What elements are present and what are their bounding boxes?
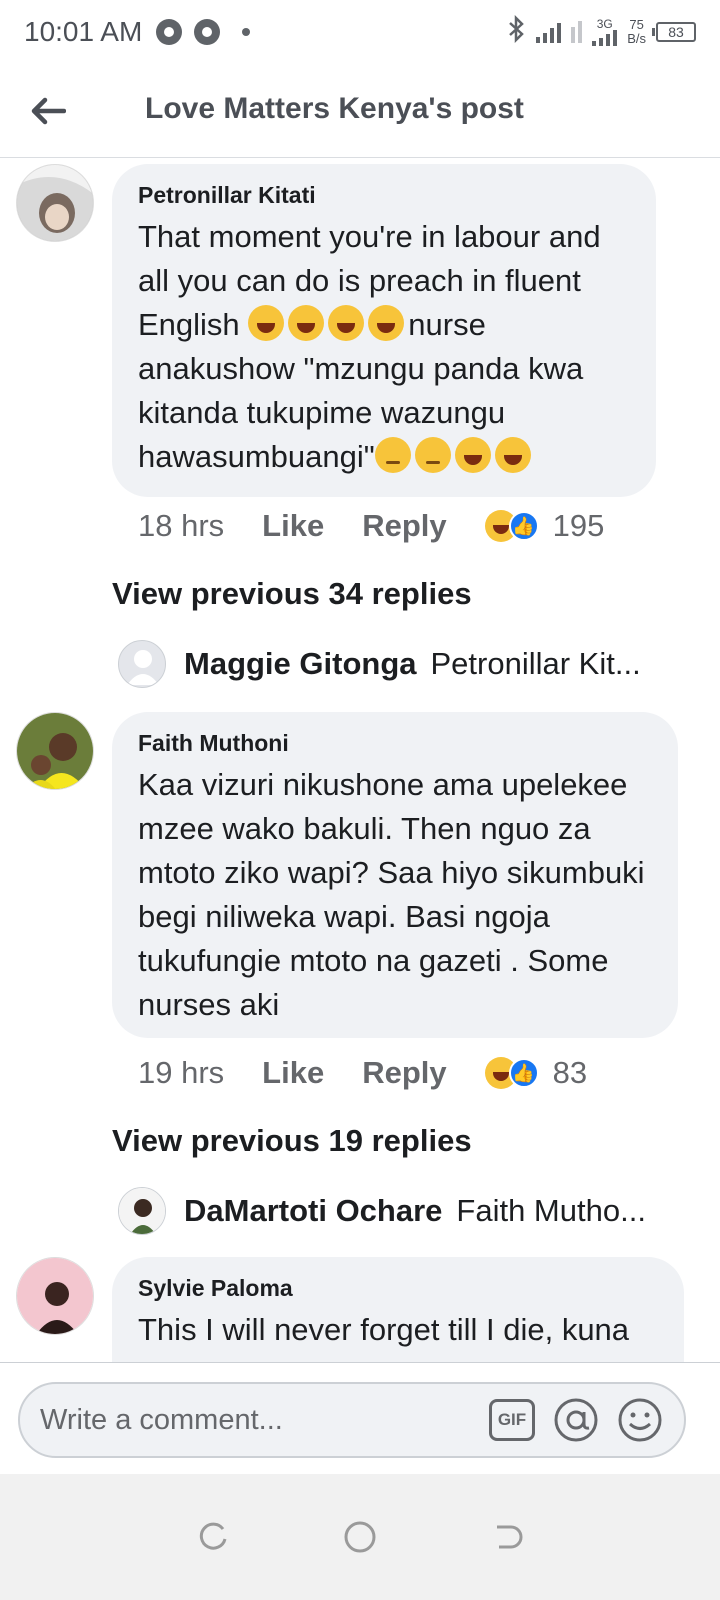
reply-snippet: Faith Mutho... bbox=[456, 1193, 646, 1228]
reaction-count[interactable]: 195 bbox=[553, 508, 605, 544]
comment-author[interactable]: Faith Muthoni bbox=[138, 730, 654, 757]
data-transfer-icon bbox=[571, 21, 583, 43]
network-speed-unit: B/s bbox=[627, 31, 646, 46]
chrome-notification-icon bbox=[194, 19, 221, 45]
page-title: Love Matters Kenya's post bbox=[145, 92, 524, 125]
home-icon bbox=[344, 1521, 376, 1553]
reaction-count[interactable]: 83 bbox=[553, 1055, 587, 1091]
comment-composer-area: GIF bbox=[0, 1362, 720, 1474]
latest-reply[interactable]: DaMartoti Ochare Faith Mutho... bbox=[118, 1187, 678, 1235]
more-notifications-icon bbox=[242, 28, 251, 36]
eye-roll-emoji-icon bbox=[414, 437, 451, 473]
comment-composer: GIF bbox=[18, 1382, 686, 1458]
chrome-notification-icon bbox=[156, 19, 183, 45]
comment-meta: 19 hrs Like Reply 👍 83 bbox=[138, 1055, 587, 1091]
reply-author[interactable]: Maggie Gitonga bbox=[184, 646, 417, 682]
back-arrow-icon bbox=[31, 97, 66, 125]
status-bar: 10:01 AM 3G 75 B/s 83 bbox=[0, 0, 720, 64]
avatar[interactable] bbox=[16, 164, 94, 242]
eye-roll-emoji-icon bbox=[374, 437, 411, 473]
recent-apps-button[interactable] bbox=[188, 1512, 238, 1562]
latest-reply[interactable]: Maggie Gitonga Petronillar Kit... bbox=[118, 640, 678, 688]
comment-bubble[interactable]: Faith Muthoni Kaa vizuri nikushone ama u… bbox=[112, 712, 678, 1038]
mention-button[interactable] bbox=[552, 1396, 600, 1444]
smiley-icon bbox=[618, 1398, 662, 1442]
like-reaction-icon: 👍 bbox=[508, 1058, 539, 1088]
back-nav-icon bbox=[496, 1525, 523, 1549]
avatar bbox=[118, 1187, 166, 1235]
reactions-summary[interactable]: 👍 bbox=[484, 510, 539, 542]
comment-bubble[interactable]: Sylvie Paloma This I will never forget t… bbox=[112, 1257, 684, 1367]
reply-button[interactable]: Reply bbox=[362, 1055, 446, 1091]
comment-input[interactable] bbox=[40, 1403, 472, 1437]
reply-author[interactable]: DaMartoti Ochare bbox=[184, 1193, 442, 1229]
avatar[interactable] bbox=[16, 1257, 94, 1335]
view-previous-replies[interactable]: View previous 19 replies bbox=[112, 1123, 472, 1159]
emoji-button[interactable] bbox=[616, 1396, 664, 1444]
network-speed: 75 bbox=[629, 17, 644, 32]
reactions-summary[interactable]: 👍 bbox=[484, 1057, 539, 1089]
signal-icon bbox=[592, 30, 618, 46]
rofl-emoji-icon bbox=[368, 305, 405, 341]
rofl-emoji-icon bbox=[328, 305, 365, 341]
comment-meta: 18 hrs Like Reply 👍 195 bbox=[138, 508, 604, 544]
network-type: 3G bbox=[596, 17, 613, 31]
like-reaction-icon: 👍 bbox=[508, 511, 539, 541]
reply-button[interactable]: Reply bbox=[362, 508, 446, 544]
at-sign-icon bbox=[554, 1398, 598, 1442]
recent-apps-icon bbox=[200, 1522, 227, 1550]
comment-author[interactable]: Sylvie Paloma bbox=[138, 1275, 660, 1302]
back-nav-button[interactable] bbox=[482, 1512, 532, 1562]
joy-emoji-icon bbox=[494, 437, 531, 473]
comment-author[interactable]: Petronillar Kitati bbox=[138, 182, 632, 209]
comment-text: This I will never forget till I die, kun… bbox=[138, 1312, 630, 1347]
comment-bubble[interactable]: Petronillar Kitati That moment you're in… bbox=[112, 164, 656, 497]
home-button[interactable] bbox=[335, 1512, 385, 1562]
back-button[interactable] bbox=[0, 64, 96, 158]
default-avatar-icon bbox=[118, 640, 166, 688]
view-previous-replies[interactable]: View previous 34 replies bbox=[112, 576, 472, 612]
rofl-emoji-icon bbox=[248, 305, 285, 341]
bluetooth-icon bbox=[508, 14, 526, 50]
status-time: 10:01 AM bbox=[24, 16, 143, 47]
comment-time[interactable]: 19 hrs bbox=[138, 1055, 224, 1091]
comment-time[interactable]: 18 hrs bbox=[138, 508, 224, 544]
joy-emoji-icon bbox=[454, 437, 491, 473]
like-button[interactable]: Like bbox=[262, 1055, 324, 1091]
system-navigation-bar bbox=[0, 1474, 720, 1600]
battery-icon: 83 bbox=[652, 22, 696, 42]
reply-snippet: Petronillar Kit... bbox=[430, 646, 641, 681]
post-header: Love Matters Kenya's post bbox=[0, 64, 720, 158]
rofl-emoji-icon bbox=[288, 305, 325, 341]
gif-icon: GIF bbox=[489, 1399, 535, 1441]
signal-icon bbox=[536, 21, 562, 43]
avatar[interactable] bbox=[16, 712, 94, 790]
like-button[interactable]: Like bbox=[262, 508, 324, 544]
comment-text: That moment you're in labour and all you… bbox=[138, 215, 632, 479]
comment-text: Kaa vizuri nikushone ama upelekee mzee w… bbox=[138, 767, 645, 1022]
gif-button[interactable]: GIF bbox=[488, 1396, 536, 1444]
